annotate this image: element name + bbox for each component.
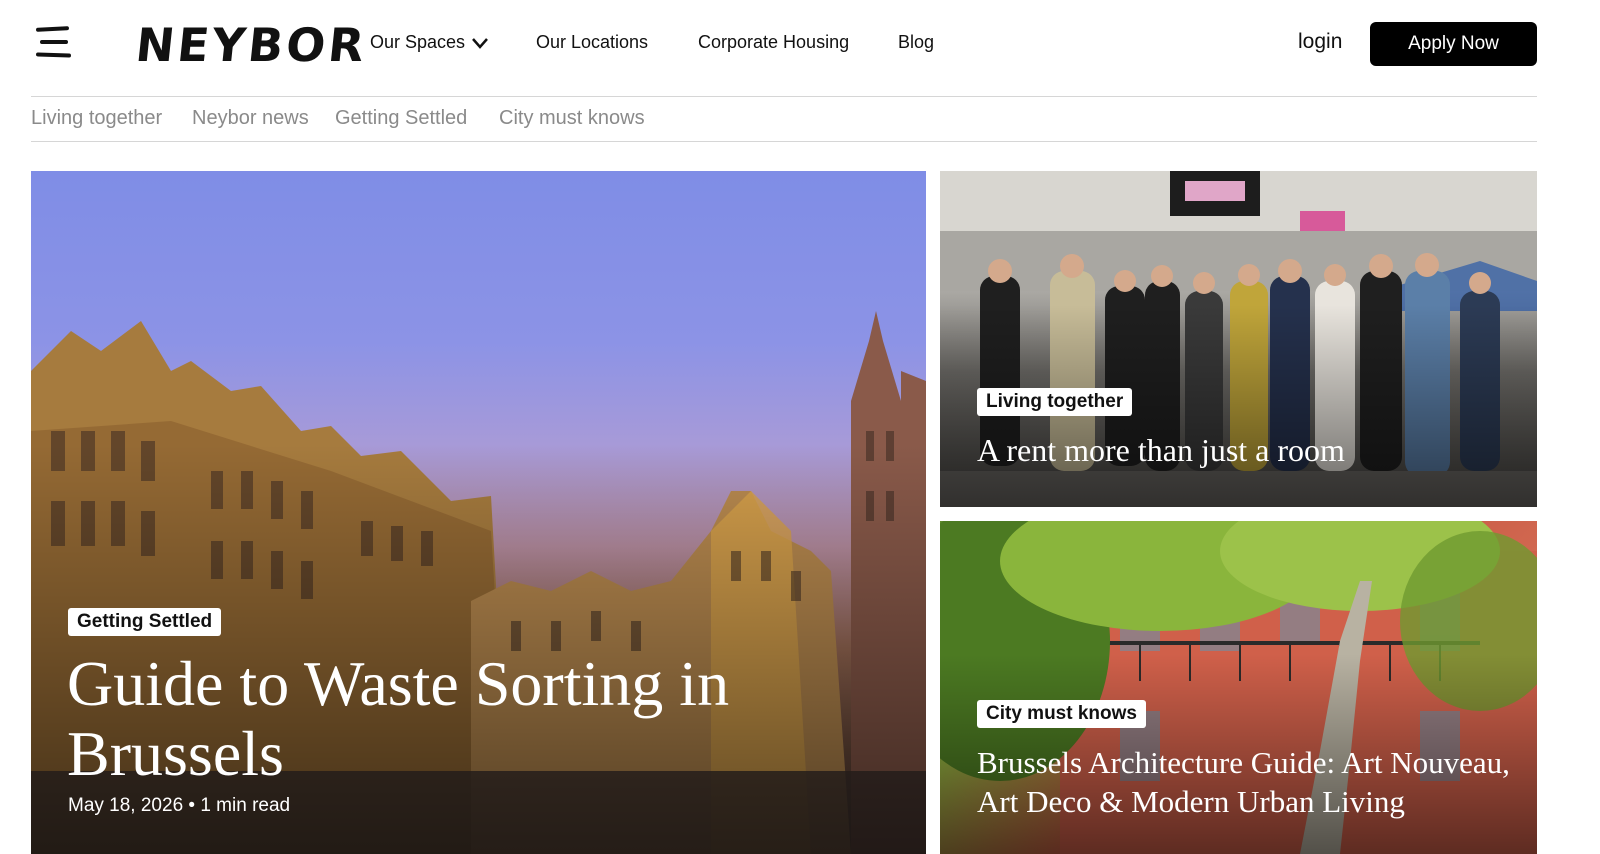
article-category-tag[interactable]: Living together bbox=[977, 388, 1133, 416]
featured-article-card[interactable]: Getting Settled Guide to Waste Sorting i… bbox=[31, 171, 926, 854]
category-getting-settled[interactable]: Getting Settled bbox=[335, 107, 467, 130]
chevron-down-icon bbox=[472, 37, 488, 49]
login-link[interactable]: login bbox=[1298, 30, 1342, 54]
article-category-tag[interactable]: City must knows bbox=[977, 700, 1146, 728]
article-card-city-must-knows[interactable]: City must knows Brussels Architecture Gu… bbox=[940, 521, 1537, 854]
nav-corporate-housing[interactable]: Corporate Housing bbox=[698, 32, 849, 53]
site-header: NEYBOR Our Spaces Our Locations Corporat… bbox=[0, 0, 1600, 96]
category-neybor-news[interactable]: Neybor news bbox=[192, 107, 309, 130]
logo[interactable]: NEYBOR bbox=[133, 18, 370, 72]
article-category-tag[interactable]: Getting Settled bbox=[68, 608, 222, 636]
apply-now-button[interactable]: Apply Now bbox=[1370, 22, 1537, 66]
category-city-must-knows[interactable]: City must knows bbox=[499, 107, 645, 130]
nav-our-spaces[interactable]: Our Spaces bbox=[370, 32, 489, 53]
article-title[interactable]: Guide to Waste Sorting in Brussels bbox=[67, 649, 767, 789]
category-living-together[interactable]: Living together bbox=[31, 107, 162, 130]
hamburger-menu-icon[interactable] bbox=[35, 25, 72, 61]
article-title[interactable]: Brussels Architecture Guide: Art Nouveau… bbox=[977, 743, 1522, 821]
blog-category-nav: Living together Neybor news Getting Sett… bbox=[31, 96, 1537, 142]
article-title[interactable]: A rent more than just a room bbox=[977, 431, 1517, 469]
nav-our-locations[interactable]: Our Locations bbox=[536, 32, 648, 53]
article-card-living-together[interactable]: Living together A rent more than just a … bbox=[940, 171, 1537, 507]
article-meta: May 18, 2026 • 1 min read bbox=[68, 795, 291, 816]
nav-blog[interactable]: Blog bbox=[898, 32, 934, 53]
nav-our-spaces-label: Our Spaces bbox=[370, 32, 466, 52]
